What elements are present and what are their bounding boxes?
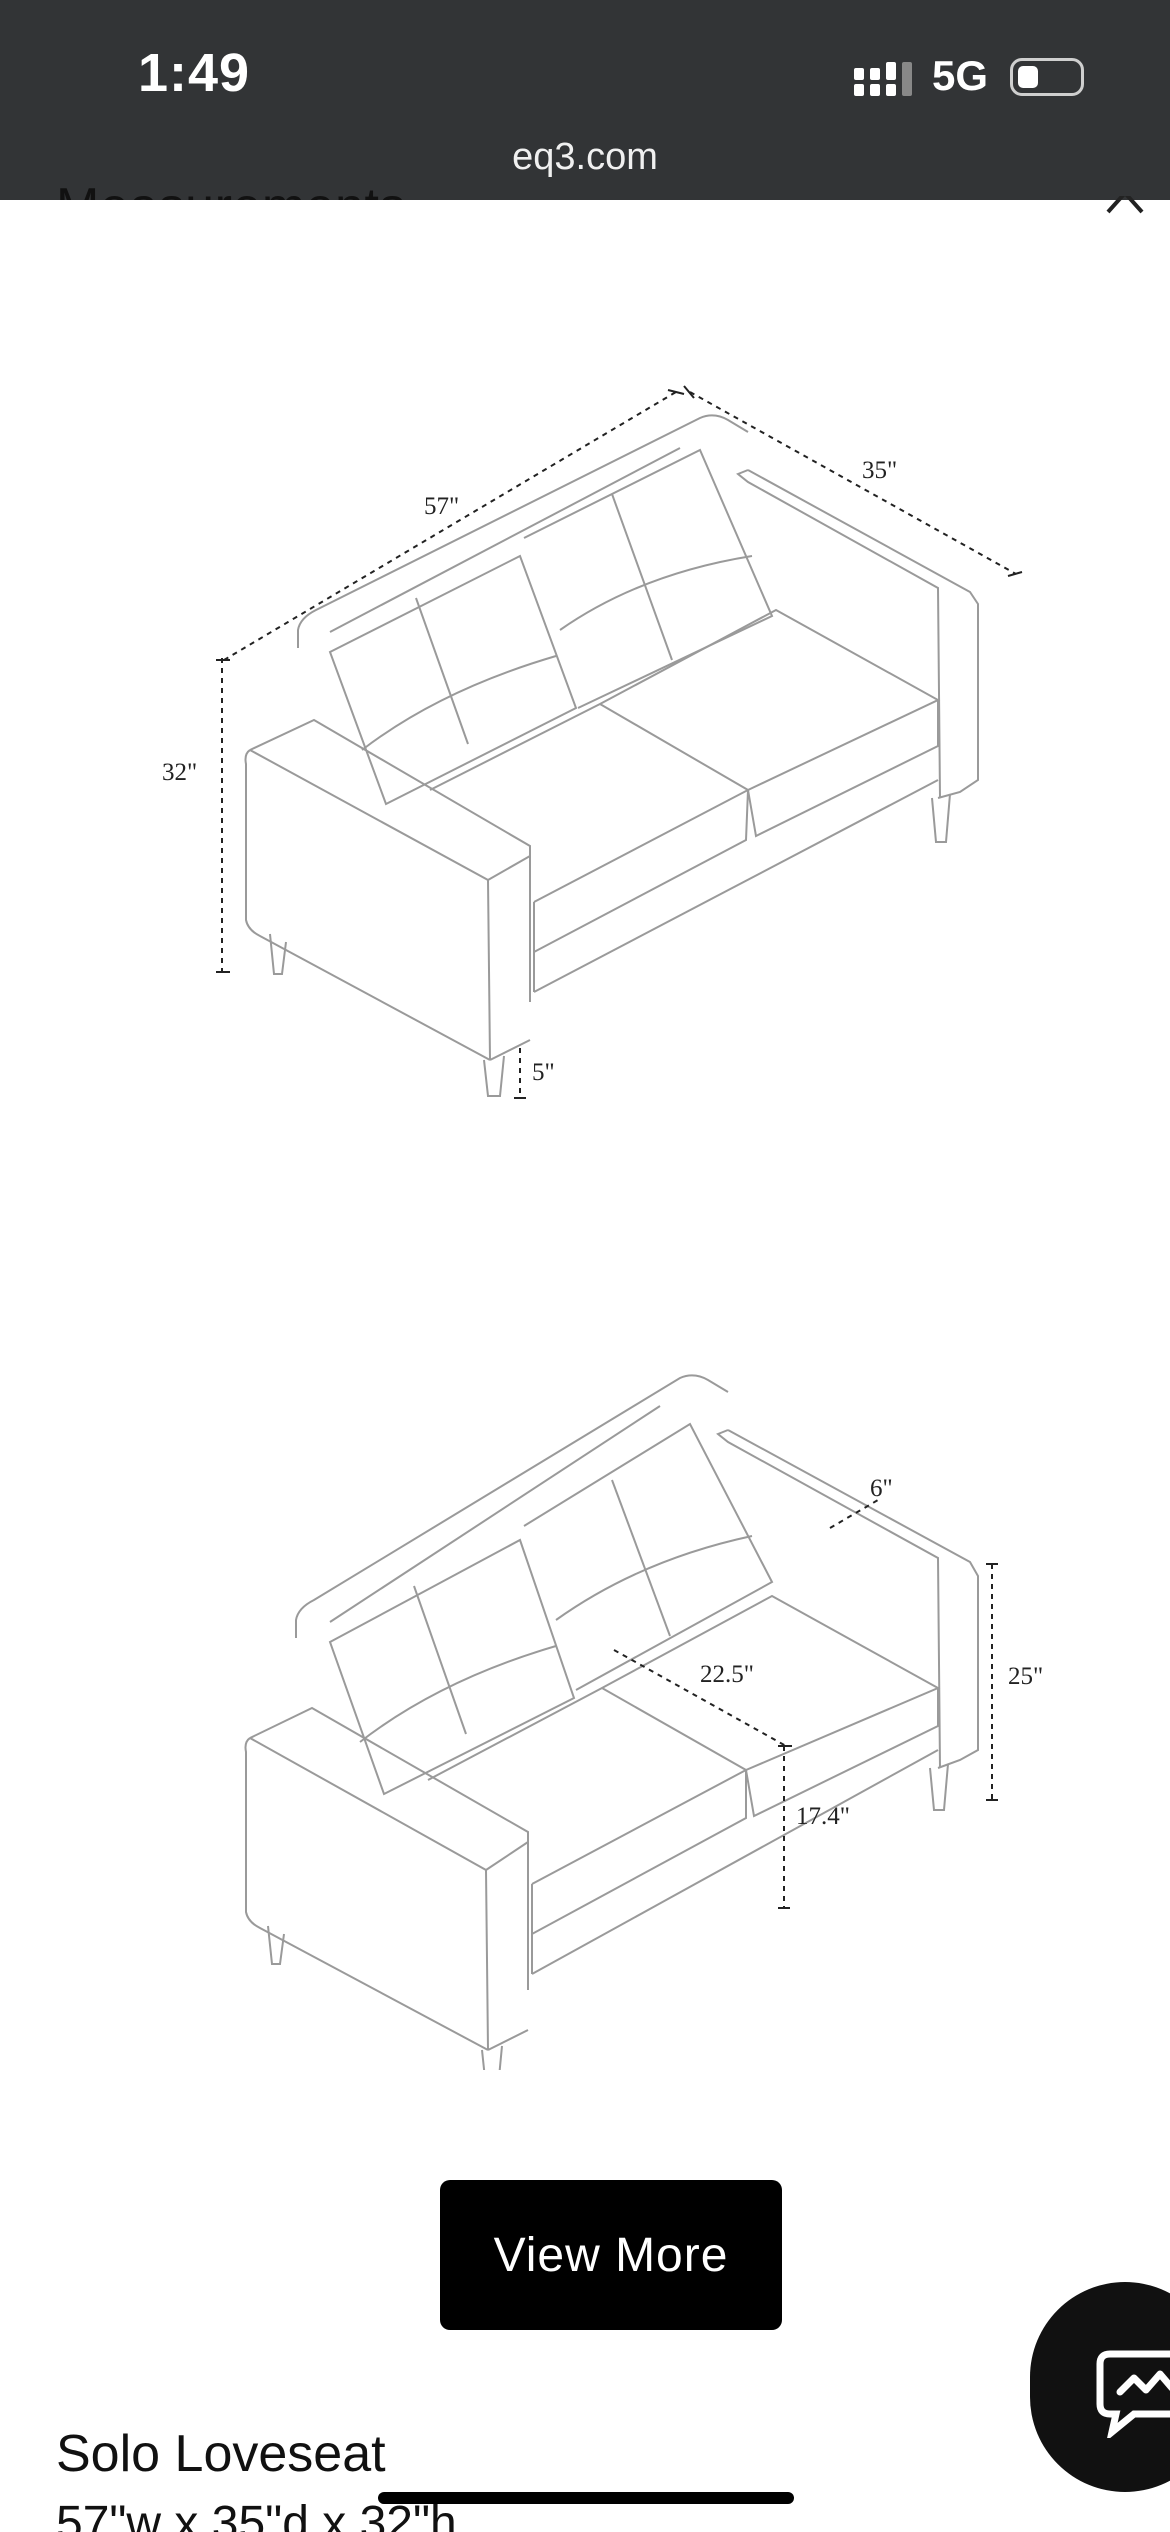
dim-seat-height: 17.4" [796, 1803, 850, 1830]
view-more-button[interactable]: View More [440, 2180, 782, 2330]
battery-cap [1010, 58, 1084, 96]
chat-button[interactable] [1030, 2282, 1170, 2492]
sofa-seat-diagram: 6" 22.5" 25" 17.4" [244, 1374, 1043, 2070]
status-time: 1:49 [138, 43, 251, 103]
dim-arm-height: 25" [1008, 1663, 1043, 1690]
dim-arm-width: 6" [870, 1475, 893, 1502]
dim-seat-depth: 22.5" [700, 1661, 754, 1688]
dim-leg: 5" [532, 1059, 555, 1086]
dim-width: 57" [424, 493, 459, 520]
network-label: 5G [932, 52, 989, 99]
home-indicator [378, 2492, 794, 2504]
dim-height: 32" [162, 759, 197, 786]
chat-icon [1096, 2350, 1170, 2438]
product-title: Solo Loveseat [56, 2425, 386, 2483]
dim-depth: 35" [862, 457, 897, 484]
modal-title: Measurements [56, 168, 406, 200]
sofa-overall-diagram: 57" 35" 32" 5" [162, 385, 1023, 1099]
close-icon[interactable] [1100, 196, 1150, 216]
signal-icon [854, 62, 912, 96]
